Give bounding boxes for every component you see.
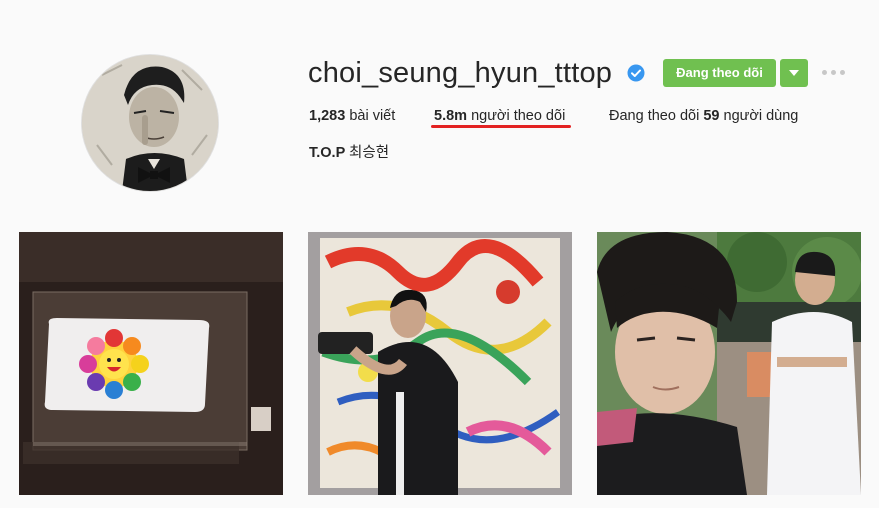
- following-count-link[interactable]: Đang theo dõi 59 người dùng: [609, 106, 798, 126]
- followers-count-link[interactable]: 5.8m người theo dõi: [434, 106, 565, 126]
- pillow-flower-photo: [19, 232, 283, 495]
- post-thumbnail-1[interactable]: [19, 232, 283, 495]
- followers-count: 5.8m: [434, 108, 468, 124]
- posts-count: 1,283: [309, 108, 346, 124]
- selfie-painting-photo: [308, 232, 572, 495]
- following-button[interactable]: Đang theo dõi: [663, 59, 776, 87]
- post-thumbnail-2[interactable]: [308, 232, 572, 495]
- following-prefix: Đang theo dõi: [609, 108, 700, 124]
- post-thumbnail-3[interactable]: [597, 232, 861, 495]
- posts-label: bài viết: [349, 108, 396, 124]
- profile-avatar[interactable]: [82, 55, 218, 191]
- following-suffix: người dùng: [723, 108, 799, 124]
- chevron-down-icon: [789, 70, 799, 76]
- followers-highlight-underline: [431, 125, 571, 128]
- full-name-latin: T.O.P: [309, 145, 345, 161]
- selfie-outdoor-photo: [597, 232, 861, 495]
- follow-options-dropdown[interactable]: [780, 59, 808, 87]
- profile-username: choi_seung_hyun_tttop: [308, 57, 613, 89]
- full-name-korean: 최승현: [349, 145, 390, 161]
- followers-label: người theo dõi: [471, 108, 566, 124]
- more-options-icon[interactable]: [822, 70, 846, 76]
- posts-count-stat: 1,283 bài viết: [309, 106, 395, 126]
- profile-full-name: T.O.P 최승현: [309, 143, 389, 163]
- verified-badge-icon: [627, 64, 645, 82]
- following-count: 59: [703, 108, 720, 124]
